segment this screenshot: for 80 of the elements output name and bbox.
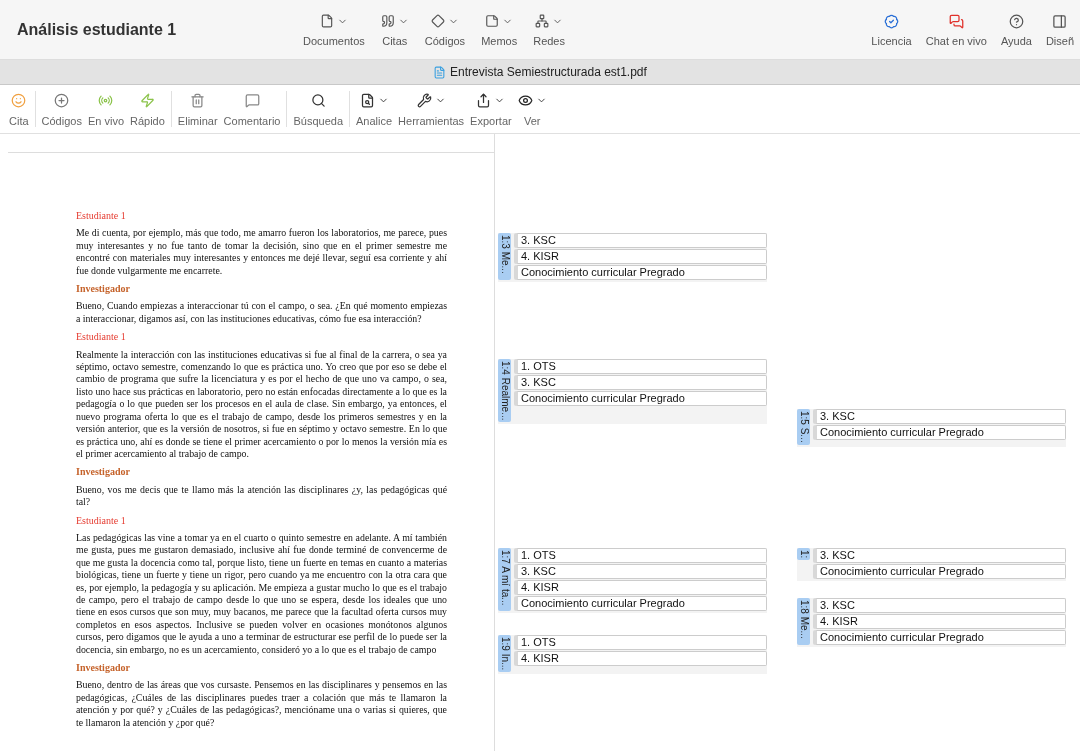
- nav-icon: [380, 14, 395, 28]
- toolbar-button[interactable]: Exportar: [467, 89, 515, 129]
- transcript-paragraph: Las pedagógicas las vine a tomar ya en el cuarto o quinto semestre en adelante. A mí también me gusta, pues me gustaron demasiado, inclusive ahí fue donde terminé de convencerme de que me gusta la docencia como tal, porque listo, tiene un fuerte en temas en cuanto a materias biológicas, tiene un fuerte y tiene un rigor, pero cuando ya me encuentro con la otra cara que es, por ejemplo, la pedagogía y su aplicación. Me empieza a gustar mucho lo que es el trabajo de campo, pero el trabajo de campo desde lo que uno se espera, desde los ideales que uno tiene en esos cursos que son muy, muy bacanos, me parece que la facultad oferta cursos muy completos en esos aspectos. Inclusive se pueden volver en ocasiones monótonos algunos cursos, pero digamos que le ayuda a uno a terminar de estructurar ese perfil de lo puede ser la docencia, sin embargo, no es un acercamiento, consideró yo a lo que es el trabajo de campo: [76, 531, 447, 656]
- code-tag[interactable]: 3. KSC: [514, 564, 767, 579]
- nav-icon: [485, 14, 500, 28]
- toolbar-button[interactable]: Analice: [353, 89, 396, 129]
- action-icon: [948, 13, 964, 29]
- nav-button[interactable]: Memos: [475, 8, 524, 51]
- code-tag[interactable]: 3. KSC: [813, 598, 1066, 613]
- nav-button[interactable]: Documentos: [297, 8, 371, 51]
- tool-icon: [139, 92, 155, 108]
- toolbar-button[interactable]: Códigos: [38, 89, 85, 129]
- speaker-label: Estudiante 1: [76, 210, 127, 223]
- tool-icon: [476, 92, 492, 108]
- transcript-paragraph: Bueno, dentro de las áreas que vos cursaste. Pensemos en las disciplinares y pensemos en las pedagógicas, ¿Cuáles de las disciplinares puedes traer a colación que más te llamaron la atención y por qué? y ¿Cuáles de las pedagógicas?, mencióname una o varias si quieres, que te llamaron la atención y ¿por qué?: [76, 679, 447, 730]
- quotation-label[interactable]: 1:5 S...: [797, 409, 810, 445]
- action-icon: [884, 13, 900, 29]
- code-tag[interactable]: 3. KSC: [514, 375, 767, 390]
- toolbar-button[interactable]: Ayuda: [994, 8, 1038, 51]
- code-tag[interactable]: 4. KISR: [514, 651, 767, 666]
- toolbar-button[interactable]: Rápido: [127, 89, 168, 129]
- toolbar-button[interactable]: Licencia: [865, 8, 918, 51]
- code-tag[interactable]: Conocimiento curricular Pregrado: [514, 596, 767, 611]
- speaker-label: Investigador: [76, 466, 131, 479]
- quotation-label[interactable]: 1:: [797, 548, 810, 561]
- toolbar-button[interactable]: Cita: [6, 89, 32, 129]
- code-tag[interactable]: 1. OTS: [514, 548, 767, 563]
- code-tag[interactable]: 3. KSC: [813, 409, 1066, 424]
- nav-icon: [319, 14, 334, 28]
- action-icon: [1008, 13, 1024, 29]
- quotation-label[interactable]: 1:4 Realme...: [498, 359, 511, 423]
- code-tag[interactable]: 4. KISR: [514, 249, 767, 264]
- quotation-label[interactable]: 1:3 Me...: [498, 233, 511, 280]
- nav-icon: [535, 14, 550, 28]
- tool-icon: [359, 92, 375, 108]
- document-tab[interactable]: Entrevista Semiestructurada est1.pdf: [433, 65, 647, 79]
- quotation-label[interactable]: 1:9 In...: [498, 635, 511, 673]
- speaker-label: Investigador: [76, 662, 131, 675]
- code-tag[interactable]: 4. KISR: [813, 614, 1066, 629]
- code-tag[interactable]: Conocimiento curricular Pregrado: [813, 425, 1066, 440]
- pdf-icon: [433, 65, 447, 79]
- transcript-paragraph: Bueno, vos me decis que te llamo más la atención las disciplinares ¿y, las pedagógicas qué tal?: [76, 483, 447, 509]
- transcript-paragraph: Realmente la interacción con las instituciones educativas si fue al final de la carrera, o sea ya séptimo, octavo semestre, comenzando lo que es práctica uno. Yo creo que por eso se debe el cambio de programa que sufre la licenciatura y es por el hecho de que uno va campo, o sea, listo uno hace sus prácticas en laboratorio, pero no están enfocadas directamente a lo que es la pedagogía o lo que pueden ser los procesos en el aula de clase. Sin embargo, ya entonces, el nuevo programa oferta lo que es el trabajo de campo, desde los primeros semestres y en la versión anterior, que es la versión de nosotros, si fue en séptimo y octavo semestre. En lo que es práctica uno, ahí es donde se tiene el primer acercamiento o por lo menos la versión mía es el primer acercamiento al trabajo de campo.: [76, 348, 447, 461]
- code-tag[interactable]: Conocimiento curricular Pregrado: [813, 564, 1066, 579]
- transcript-paragraph: Bueno, Cuando empiezas a interaccionar tú con el campo, o sea. ¿En qué momento empiezas a interaccionar, digamos así, con las instituciones educativas, cómo fue esa interacción?: [76, 300, 447, 326]
- toolbar-button[interactable]: En vivo: [84, 89, 127, 129]
- code-tag[interactable]: Conocimiento curricular Pregrado: [514, 265, 767, 280]
- nav-button[interactable]: Redes: [527, 8, 571, 51]
- quotation-label[interactable]: 1:7 A mí ta...: [498, 548, 511, 611]
- code-tag[interactable]: 1. OTS: [514, 635, 767, 650]
- tool-icon: [310, 92, 326, 108]
- transcript-paragraph: Me di cuenta, por ejemplo, más que todo, me amarro fueron los laboratorios, me parece, pues muy interesantes y no fue tanto de tomar la decisión, sino que en el primer semestre me encontré con materiales muy interesantes y entonces me dejé llevar, seguí esa corriente y ahí fue donde vulgarmente me encarrete.: [76, 227, 447, 278]
- toolbar-button[interactable]: Comentario: [220, 89, 284, 129]
- nav-button[interactable]: Códigos: [418, 8, 472, 51]
- code-tag[interactable]: 1. OTS: [514, 359, 767, 374]
- code-tag[interactable]: 3. KSC: [514, 233, 767, 248]
- speaker-label: Investigador: [76, 283, 131, 296]
- code-tag[interactable]: Conocimiento curricular Pregrado: [514, 391, 767, 406]
- tool-icon: [517, 92, 533, 108]
- tool-icon: [244, 92, 260, 108]
- toolbar-button[interactable]: Herramientas: [395, 89, 468, 129]
- nav-button[interactable]: Citas: [374, 8, 415, 51]
- speaker-label: Estudiante 1: [76, 514, 127, 527]
- toolbar-button[interactable]: Búsqueda: [290, 89, 346, 129]
- window-title: Análisis estudiante 1: [17, 20, 178, 39]
- nav-icon: [430, 14, 445, 28]
- code-tag[interactable]: 4. KISR: [514, 580, 767, 595]
- toolbar-button[interactable]: Diseñ: [1039, 8, 1080, 51]
- action-icon: [1052, 13, 1068, 29]
- quotation-label[interactable]: 1:8 Me...: [797, 598, 810, 645]
- speaker-label: Estudiante 1: [76, 331, 127, 344]
- tool-icon: [416, 92, 432, 108]
- toolbar-button[interactable]: Ver: [514, 89, 550, 129]
- code-tag[interactable]: 3. KSC: [813, 548, 1066, 563]
- toolbar-button[interactable]: Eliminar: [174, 89, 221, 129]
- tool-icon: [11, 92, 27, 108]
- code-tag[interactable]: Conocimiento curricular Pregrado: [813, 630, 1066, 645]
- toolbar-button[interactable]: Chat en vivo: [919, 8, 993, 51]
- tool-icon: [54, 92, 70, 108]
- tool-icon: [190, 92, 206, 108]
